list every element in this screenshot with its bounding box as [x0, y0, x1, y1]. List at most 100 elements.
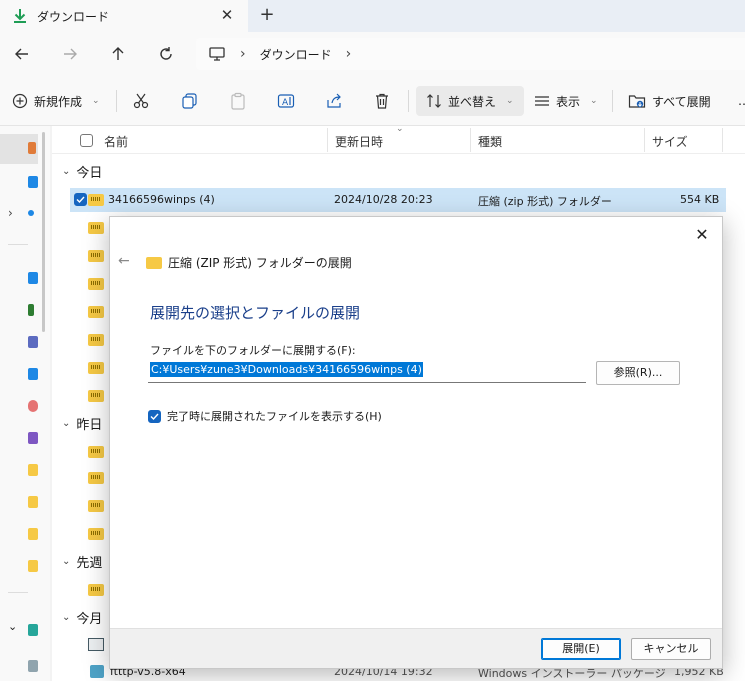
- zip-folder-icon[interactable]: [88, 222, 104, 234]
- paste-button[interactable]: [229, 86, 247, 116]
- extract-all-label: すべて展開: [652, 94, 711, 109]
- sort-label: 並べ替え: [448, 94, 497, 109]
- rename-button[interactable]: A: [277, 86, 295, 116]
- forward-button[interactable]: [56, 40, 84, 68]
- view-button[interactable]: 表示 ⌄: [534, 86, 598, 116]
- divider: [612, 90, 613, 112]
- sort-chevron-icon: ⌄: [396, 124, 404, 134]
- column-divider[interactable]: [470, 128, 471, 152]
- more-button[interactable]: …: [738, 86, 745, 116]
- nav-scrollbar[interactable]: [42, 132, 45, 332]
- tab-downloads[interactable]: ダウンロード ✕: [0, 0, 248, 32]
- downloads-icon: [28, 304, 34, 316]
- cancel-button[interactable]: キャンセル: [631, 638, 711, 660]
- group-last-week[interactable]: ⌄ 先週: [62, 552, 102, 571]
- folder-icon: [28, 464, 38, 476]
- share-icon: [327, 93, 341, 108]
- column-header: 名前 ⌄ 更新日時 種類 サイズ: [52, 124, 745, 154]
- list-view-icon: [535, 96, 549, 106]
- destination-input[interactable]: C:¥Users¥zune3¥Downloads¥34166596winps (…: [148, 361, 586, 383]
- zip-folder-icon[interactable]: [88, 390, 104, 402]
- trash-icon: [376, 93, 388, 109]
- delete-button[interactable]: [373, 86, 391, 116]
- zip-folder-icon[interactable]: [88, 500, 104, 512]
- zip-folder-icon[interactable]: [88, 362, 104, 374]
- command-bar: 新規作成 ⌄ A 並べ替え ⌄ 表示 ⌄ すべて展開 …: [0, 76, 745, 126]
- sort-icon: [427, 94, 441, 108]
- videos-icon: [28, 432, 38, 444]
- group-label: 先週: [76, 556, 103, 571]
- row-name: 34166596winps (4): [108, 193, 215, 206]
- group-this-month[interactable]: ⌄ 今月: [62, 608, 102, 627]
- home-icon: [28, 142, 36, 154]
- table-row[interactable]: 34166596winps (4) 2024/10/28 20:23 圧縮 (z…: [70, 188, 726, 212]
- row-modified: 2024/10/28 20:23: [334, 193, 433, 206]
- new-button[interactable]: 新規作成 ⌄: [12, 86, 100, 116]
- plus-circle-icon: [12, 93, 28, 109]
- chevron-down-icon: ⌄: [62, 166, 71, 177]
- extract-folder-icon: [628, 95, 646, 108]
- row-checkbox[interactable]: [74, 193, 87, 206]
- show-files-checkbox[interactable]: [148, 409, 161, 423]
- sort-button[interactable]: 並べ替え ⌄: [416, 86, 524, 116]
- zip-folder-icon[interactable]: [88, 472, 104, 484]
- divider: [8, 592, 28, 593]
- copy-button[interactable]: [181, 86, 199, 116]
- divider: [116, 90, 117, 112]
- computer-icon: [209, 47, 225, 61]
- back-button[interactable]: [8, 40, 36, 68]
- group-today[interactable]: ⌄ 今日: [62, 162, 102, 181]
- show-files-label: 完了時に展開されたファイルを表示する(H): [167, 410, 382, 423]
- select-all-checkbox[interactable]: [80, 134, 93, 147]
- zip-folder-icon[interactable]: [88, 528, 104, 540]
- column-type[interactable]: 種類: [478, 133, 502, 150]
- new-tab-button[interactable]: +: [256, 4, 278, 26]
- column-divider[interactable]: [327, 128, 328, 152]
- zip-folder-icon[interactable]: [88, 446, 104, 458]
- up-button[interactable]: [104, 40, 132, 68]
- dialog-back-icon[interactable]: ←: [118, 253, 136, 271]
- zip-folder-icon[interactable]: [88, 250, 104, 262]
- svg-text:A: A: [282, 98, 289, 108]
- group-yesterday[interactable]: ⌄ 昨日: [62, 414, 102, 433]
- column-modified[interactable]: 更新日時: [335, 133, 383, 150]
- address-bar[interactable]: › ダウンロード ›: [196, 38, 745, 70]
- dialog-heading: 展開先の選択とファイルの展開: [150, 304, 361, 322]
- onedrive-icon: [28, 210, 34, 216]
- clipboard-icon: [231, 92, 245, 110]
- divider: [408, 90, 409, 112]
- folder-icon: [28, 496, 38, 508]
- extract-all-button[interactable]: すべて展開: [628, 86, 711, 116]
- column-size[interactable]: サイズ: [652, 133, 688, 150]
- forward-arrow-icon: [64, 48, 77, 60]
- chevron-down-icon: ⌄: [506, 96, 514, 106]
- chevron-right-icon[interactable]: ›: [346, 46, 352, 62]
- cut-button[interactable]: [132, 86, 150, 116]
- browse-button[interactable]: 参照(R)...: [596, 361, 680, 385]
- tab-close-icon[interactable]: ✕: [218, 6, 236, 24]
- chevron-down-icon: ⌄: [92, 96, 100, 106]
- column-divider[interactable]: [722, 128, 723, 152]
- refresh-icon: [160, 47, 172, 60]
- column-divider[interactable]: [644, 128, 645, 152]
- chevron-down-icon: ⌄: [590, 96, 598, 106]
- breadcrumb-downloads[interactable]: ダウンロード: [260, 46, 332, 63]
- share-button[interactable]: [325, 86, 343, 116]
- show-files-option[interactable]: 完了時に展開されたファイルを表示する(H): [148, 408, 382, 424]
- zip-folder-icon[interactable]: [88, 584, 104, 596]
- zip-folder-icon[interactable]: [88, 306, 104, 318]
- expand-chevron-icon[interactable]: ⌄: [8, 620, 17, 633]
- folder-icon: [28, 560, 38, 572]
- destination-value: C:¥Users¥zune3¥Downloads¥34166596winps (…: [150, 362, 423, 377]
- extract-button[interactable]: 展開(E): [541, 638, 621, 660]
- scissors-icon: [133, 93, 149, 109]
- expand-chevron-icon[interactable]: ›: [8, 206, 13, 220]
- refresh-button[interactable]: [152, 40, 180, 68]
- zip-folder-icon[interactable]: [88, 334, 104, 346]
- application-icon[interactable]: [88, 638, 104, 651]
- dialog-close-icon[interactable]: ✕: [690, 223, 714, 247]
- dialog-title-text: 圧縮 (ZIP 形式) フォルダーの展開: [168, 256, 352, 270]
- zip-folder-icon[interactable]: [88, 278, 104, 290]
- column-name[interactable]: 名前: [104, 133, 128, 150]
- gallery-icon: [28, 176, 38, 188]
